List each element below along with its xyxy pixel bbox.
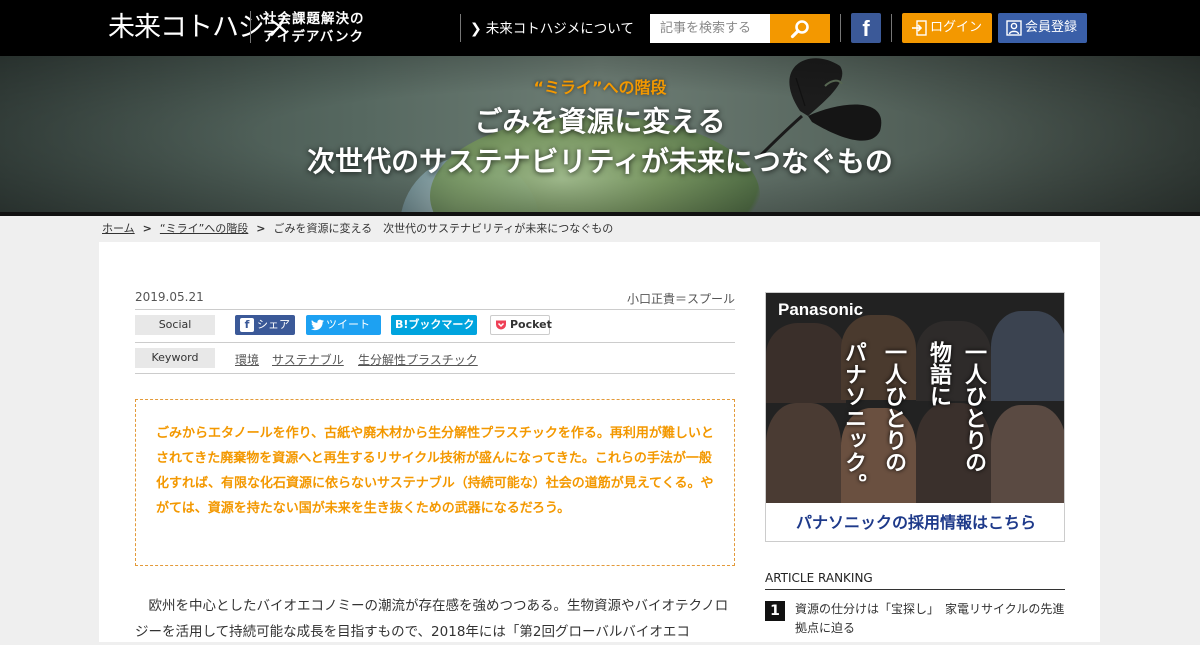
keyword-link[interactable]: サステナブル [272,351,344,368]
twitter-share-label: ツイート [326,318,370,331]
keyword-link[interactable]: 環境 [235,351,259,368]
divider [460,14,461,42]
search-button[interactable] [770,14,830,43]
ranking-title: ARTICLE RANKING [765,571,873,585]
about-link-label: 未来コトハジメについて [485,21,634,37]
user-icon [1006,20,1022,36]
article-author[interactable]: 小口正貴＝スプール [560,290,735,307]
article-date: 2019.05.21 [135,290,204,304]
hero-bottom-rule [0,212,1200,216]
twitter-icon [311,319,324,331]
ad-brand-logo: Panasonic [778,300,864,319]
pocket-icon [496,320,506,330]
divider [135,373,735,374]
keyword-label: Keyword [135,348,215,368]
register-label: 会員登録 [1025,20,1078,35]
chevron-right-icon: ❯ [470,21,482,37]
article-lead: ごみからエタノールを作り、古紙や廃木材から生分解性プラスチックを作る。再利用が難… [156,426,714,516]
divider [891,14,892,42]
ad-photo [991,311,1064,401]
ad-copy-far: パナソニック。 [841,341,866,495]
hero-title-line2: 次世代のサステナビリティが未来につなぐもの [307,145,893,178]
breadcrumb-separator: > [256,222,266,235]
ad-cta[interactable]: パナソニックの採用情報はこちら [766,503,1064,541]
ad-photo [991,405,1064,503]
facebook-icon: f [240,318,254,332]
site-tagline: 社会課題解決の アイデアバンク [263,10,365,46]
ranking-number: 1 [765,601,785,621]
ad-copy-right: 一人ひとりの [961,341,986,473]
breadcrumb-separator: > [142,222,152,235]
ad-copy-mid: 物語に [926,341,951,407]
login-button[interactable]: ログイン [902,13,992,43]
facebook-button[interactable]: f [851,13,881,43]
tagline-line2: アイデアバンク [263,29,364,45]
hero-title: ごみを資源に変える 次世代のサステナビリティが未来につなぐもの [0,102,1200,182]
register-button[interactable]: 会員登録 [998,13,1087,43]
ad-photo [766,403,841,503]
divider [250,11,251,43]
login-label: ログイン [930,20,983,35]
tagline-line1: 社会課題解決の [263,11,365,27]
hero-title-line1: ごみを資源に変える [474,105,726,138]
search-input[interactable] [650,14,770,43]
keyword-link[interactable]: 生分解性プラスチック [358,351,478,368]
hatena-icon: B! [395,318,409,331]
hero-banner: “ミライ”への階段 ごみを資源に変える 次世代のサステナビリティが未来につなぐも… [0,56,1200,212]
ad-copy-left: 一人ひとりの [881,341,906,473]
login-icon [912,20,927,36]
ad-photo [766,323,846,403]
facebook-share-button[interactable]: f シェア [235,315,295,335]
article-body: 欧州を中心としたバイオエコノミーの潮流が存在感を強めつつある。生物資源やバイオテ… [135,598,729,640]
breadcrumb-home[interactable]: ホーム [102,222,135,235]
hero-category[interactable]: “ミライ”への階段 [0,74,1200,98]
social-label: Social [135,315,215,335]
facebook-icon: f [862,16,870,41]
pocket-button[interactable]: Pocket [490,315,552,335]
pocket-label: Pocket [510,318,552,331]
breadcrumb-current: ごみを資源に変える 次世代のサステナビリティが未来につなぐもの [273,222,614,235]
divider [135,342,735,343]
hatena-bookmark-label: ブックマーク [408,318,475,331]
site-header: 未来コトハジメ 社会課題解決の アイデアバンク ❯未来コトハジメについて f ロ… [0,0,1200,56]
article-lead-box: ごみからエタノールを作り、古紙や廃木材から生分解性プラスチックを作る。再利用が難… [135,399,735,566]
ranking-divider [765,589,1065,590]
divider [840,14,841,42]
panasonic-ad[interactable]: Panasonic 一人ひとりの 物語に 一人ひとりの パナソニック。 パナソニ… [765,292,1065,542]
facebook-share-label: シェア [257,318,290,331]
breadcrumb: ホーム > “ミライ”への階段 > ごみを資源に変える 次世代のサステナビリティが未来に… [102,221,613,237]
search-icon [790,20,809,39]
ranking-item-link[interactable]: 資源の仕分けは「宝探し」 家電リサイクルの先進拠点に迫る [795,600,1065,638]
about-link[interactable]: ❯ 未来コトハジメについて [470,19,634,39]
hatena-bookmark-button[interactable]: B!ブックマーク [391,315,477,335]
breadcrumb-category[interactable]: “ミライ”への階段 [160,222,248,235]
divider [135,309,735,310]
twitter-share-button[interactable]: ツイート [306,315,381,335]
